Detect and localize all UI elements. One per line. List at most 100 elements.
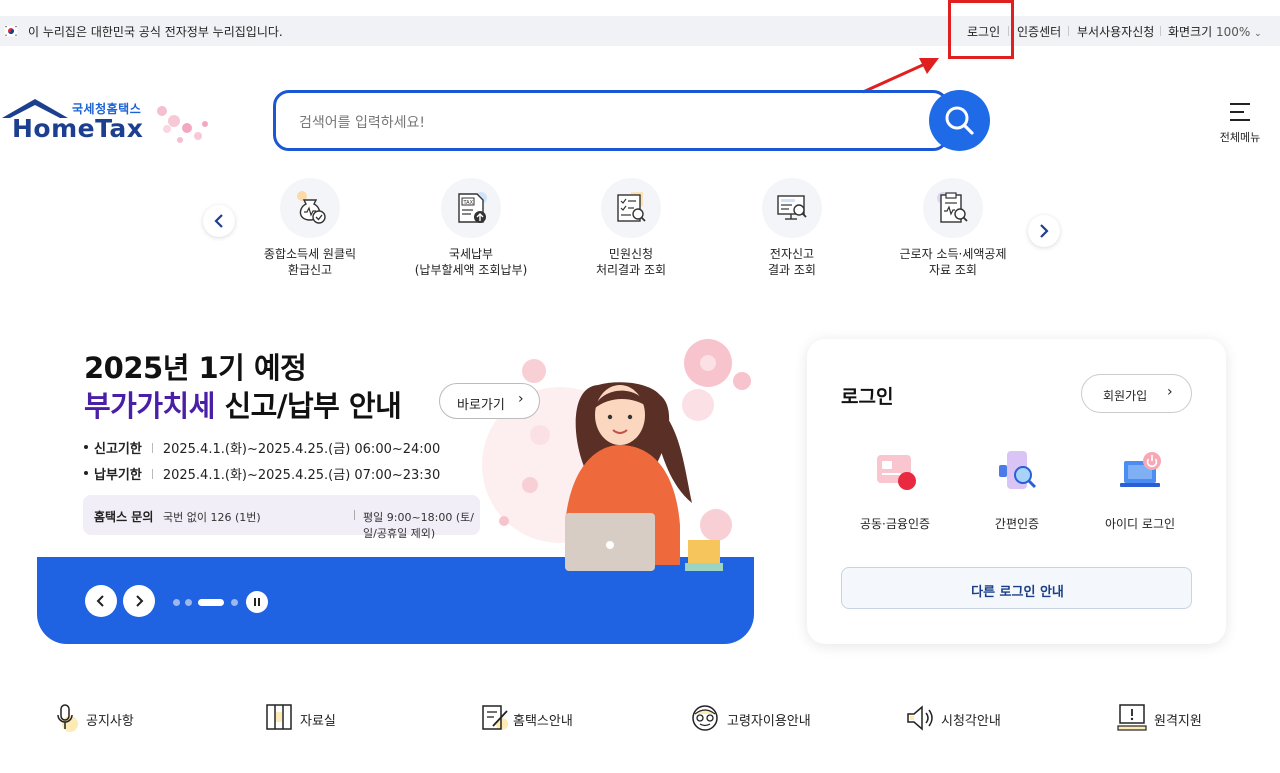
slide-indicator-active[interactable] bbox=[198, 599, 224, 606]
inquiry-key: 홈택스 문의 bbox=[94, 510, 154, 524]
search-input[interactable]: 검색어를 입력하세요! bbox=[273, 90, 949, 151]
cert-center-link[interactable]: 인증센터 bbox=[1017, 23, 1061, 40]
svg-text:TAX: TAX bbox=[463, 200, 474, 206]
banner-pause-button[interactable] bbox=[246, 591, 268, 613]
bottom-link-label: 원격지원 bbox=[1154, 714, 1202, 729]
login-option-label: 공동·금융인증 bbox=[859, 517, 931, 531]
chevron-left-icon bbox=[214, 214, 223, 228]
bottom-link-label: 공지사항 bbox=[86, 714, 134, 729]
goto-label: 바로가기 bbox=[457, 398, 505, 413]
quick-menu-prev-button[interactable] bbox=[203, 205, 235, 237]
quick-menu-next-button[interactable] bbox=[1028, 215, 1060, 247]
banner-prev-button[interactable] bbox=[85, 585, 117, 617]
login-option-simple[interactable]: 간편인증 bbox=[957, 449, 1077, 539]
signup-label: 회원가입 bbox=[1103, 389, 1148, 403]
quick-menu-item[interactable]: 종합소득세 원클릭 환급신고 bbox=[235, 178, 385, 288]
all-menu-button[interactable]: 전체메뉴 bbox=[1214, 100, 1266, 146]
quick-menu-label: 국세납부 bbox=[448, 247, 494, 261]
banner-illustration-icon bbox=[482, 339, 751, 571]
microphone-icon bbox=[57, 704, 78, 732]
quick-menu-item[interactable]: 전자신고 결과 조회 bbox=[717, 178, 867, 288]
bottom-link-label: 시청각안내 bbox=[941, 714, 1001, 729]
quick-menu-label: 종합소득세 원클릭 bbox=[263, 247, 357, 261]
quick-menu-label: (납부할세액 조회납부) bbox=[414, 263, 528, 277]
deadline-key: 납부기한 bbox=[94, 468, 142, 483]
login-option-label: 아이디 로그인 bbox=[1104, 517, 1176, 531]
divider bbox=[1160, 26, 1161, 36]
search-button[interactable] bbox=[929, 90, 990, 151]
chevron-down-icon: ⌄ bbox=[1254, 29, 1262, 39]
speaker-icon bbox=[907, 705, 933, 731]
login-panel-title: 로그인 bbox=[841, 386, 894, 408]
hometax-logo[interactable]: 국세청홈택스 HomeTax bbox=[2, 96, 217, 151]
search-icon bbox=[945, 106, 974, 135]
quick-menu-item[interactable]: 민원신청 처리결과 조회 bbox=[556, 178, 706, 288]
clipboard-search-icon bbox=[937, 192, 968, 223]
login-option-certificate[interactable]: 공동·금융인증 bbox=[835, 449, 955, 539]
bottom-link-label: 자료실 bbox=[300, 714, 336, 729]
chevron-right-icon: › bbox=[518, 391, 524, 407]
monitor-search-icon bbox=[777, 195, 807, 220]
login-highlight-box bbox=[948, 0, 1014, 59]
banner-deadline-row: 신고기한 2025.4.1.(화)~2025.4.25.(금) 06:00~24:… bbox=[84, 438, 440, 457]
chevron-right-icon: › bbox=[1167, 384, 1173, 400]
bottom-link-label: 고령자이용안내 bbox=[727, 714, 811, 729]
money-bag-check-icon bbox=[297, 191, 326, 224]
banner-next-button[interactable] bbox=[123, 585, 155, 617]
other-login-label: 다른 로그인 안내 bbox=[971, 585, 1064, 600]
chevron-right-icon bbox=[1040, 224, 1049, 238]
gov-notice-text: 이 누리집은 대한민국 공식 전자정부 누리집입니다. bbox=[28, 25, 283, 39]
search-placeholder: 검색어를 입력하세요! bbox=[299, 115, 425, 131]
tax-document-icon: TAX bbox=[458, 192, 487, 223]
quick-menu-label: 결과 조회 bbox=[768, 263, 816, 277]
gov-banner-bar: 이 누리집은 대한민국 공식 전자정부 누리집입니다. 로그인 인증센터 부서사… bbox=[0, 16, 1280, 46]
hamburger-icon bbox=[1230, 103, 1250, 121]
dept-user-apply-link[interactable]: 부서사용자신청 bbox=[1077, 23, 1154, 40]
deadline-value: 2025.4.1.(화)~2025.4.25.(금) 06:00~24:00 bbox=[162, 442, 441, 457]
archive-icon bbox=[266, 704, 292, 730]
pause-icon bbox=[254, 598, 260, 606]
inquiry-box: 홈택스 문의 국번 없이 126 (1번) 평일 9:00~18:00 (토/일… bbox=[83, 495, 480, 540]
remote-support-icon bbox=[1117, 704, 1147, 731]
quick-menu-label: 민원신청 bbox=[608, 247, 654, 261]
quick-menu-label: 근로자 소득·세액공제 bbox=[899, 247, 1007, 261]
banner-title-rest: 신고/납부 안내 bbox=[214, 389, 402, 423]
other-login-guide-button[interactable]: 다른 로그인 안내 bbox=[841, 567, 1192, 609]
zoom-value: 100% bbox=[1216, 25, 1251, 39]
chevron-left-icon bbox=[96, 595, 104, 607]
zoom-control[interactable]: 화면크기 100% ⌄ bbox=[1168, 23, 1262, 40]
quick-menu-label: 처리결과 조회 bbox=[595, 263, 667, 277]
document-search-icon bbox=[617, 192, 646, 222]
login-panel: 로그인 회원가입 › 공동·금융인증 간편인증 아이디 로그인 다른 로그인 안… bbox=[807, 339, 1226, 644]
slide-indicator[interactable] bbox=[173, 599, 180, 606]
deadline-value: 2025.4.1.(화)~2025.4.25.(금) 07:00~23:30 bbox=[162, 468, 441, 483]
inquiry-hours: 평일 9:00~18:00 (토/일/공휴일 제외) bbox=[363, 511, 474, 540]
logo-title: HomeTax bbox=[12, 114, 144, 143]
inquiry-phone: 국번 없이 126 (1번) bbox=[163, 511, 261, 524]
phone-search-icon bbox=[999, 451, 1037, 489]
login-option-id[interactable]: 아이디 로그인 bbox=[1080, 449, 1200, 539]
login-option-label: 간편인증 bbox=[994, 517, 1040, 531]
quick-menu-item[interactable]: TAX 국세납부 (납부할세액 조회납부) bbox=[396, 178, 546, 288]
goto-button[interactable]: 바로가기 › bbox=[439, 383, 540, 419]
zoom-label: 화면크기 bbox=[1168, 25, 1213, 39]
quick-menu-item[interactable]: 근로자 소득·세액공제 자료 조회 bbox=[878, 178, 1028, 288]
chevron-right-icon bbox=[136, 595, 144, 607]
slide-indicator[interactable] bbox=[185, 599, 192, 606]
banner-title-highlight: 부가가치세 bbox=[84, 389, 215, 423]
certificate-card-icon bbox=[877, 455, 916, 490]
bottom-link-label: 홈택스안내 bbox=[513, 714, 573, 729]
slide-indicator[interactable] bbox=[231, 599, 238, 606]
deadline-key: 신고기한 bbox=[94, 442, 142, 457]
signup-button[interactable]: 회원가입 › bbox=[1081, 374, 1192, 413]
banner-title-line2: 부가가치세 신고/납부 안내 bbox=[84, 383, 402, 425]
quick-menu-label: 자료 조회 bbox=[929, 263, 977, 277]
laptop-power-icon bbox=[1120, 452, 1161, 487]
banner-title-line1: 2025년 1기 예정 bbox=[84, 351, 307, 385]
banner-deadline-row: 납부기한 2025.4.1.(화)~2025.4.25.(금) 07:00~23:… bbox=[84, 464, 440, 483]
quick-menu-label: 전자신고 bbox=[769, 247, 815, 261]
divider bbox=[1068, 26, 1069, 36]
edit-document-icon bbox=[482, 705, 508, 730]
korea-flag-icon bbox=[4, 25, 18, 37]
senior-icon bbox=[692, 705, 718, 731]
